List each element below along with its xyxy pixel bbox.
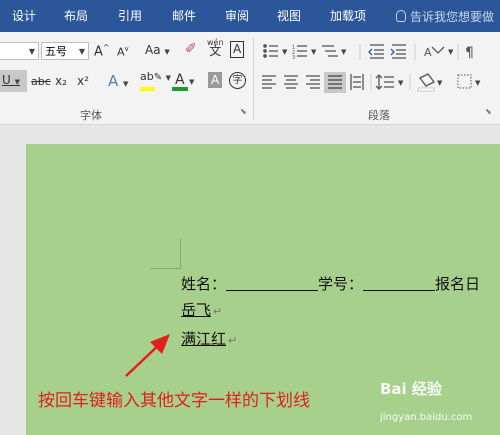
underline-blank [363,276,436,291]
doc-line-2[interactable]: 岳飞 ↵ [181,300,222,322]
subscript-button[interactable]: x₂ [55,74,67,88]
tab-design[interactable]: 设计 [12,8,36,24]
multilevel-list-icon[interactable] [322,45,338,57]
change-case-glyph: Aa [145,43,161,57]
tab-addins[interactable]: 加载项 [330,8,366,24]
shrink-font-button[interactable]: Av [117,45,129,59]
margin-corner-mark [180,239,181,269]
highlight-glyph: ab [140,70,154,83]
underlined-text: 岳飞 [181,301,212,319]
baidu-watermark: Bai 经验 jingyan.baidu.com [380,378,472,423]
svg-text:A: A [424,46,432,59]
tell-me-text: 告诉我您想要做 [410,10,495,24]
show-marks-icon[interactable]: ¶ [465,45,474,61]
signup-date-label: 报名日 [435,275,481,293]
decrease-indent-icon[interactable] [368,44,384,59]
grow-font-button[interactable]: A^ [94,43,110,59]
underlined-text: 满江红 [181,330,227,348]
watermark-brand: Bai 经验 [380,380,442,398]
borders-icon[interactable] [457,74,472,89]
phonetic-guide-button[interactable]: wén 文 [207,38,224,57]
svg-text:▼: ▼ [311,48,317,56]
font-color-button[interactable]: A ▼ [175,72,194,88]
paragraph-dialog-launcher-icon[interactable]: ⬊ [485,107,492,116]
phonetic-bottom-text: 文 [209,44,222,58]
margin-corner-mark [150,268,180,269]
bullets-icon[interactable] [263,44,278,58]
char-border-glyph: A [233,42,242,56]
numbering-icon[interactable]: 1 2 3 [292,45,307,61]
text-effects-glyph: A [108,72,119,90]
tab-references[interactable]: 引用 [118,8,142,24]
chevron-down-icon: ▼ [28,47,35,56]
justify-active-bg [324,72,346,93]
doc-line-1[interactable]: 姓名： 学号： 报名日 [181,274,480,294]
tab-mailings[interactable]: 邮件 [172,8,196,24]
tab-view[interactable]: 视图 [277,8,301,24]
svg-text:¶: ¶ [465,45,474,61]
svg-text:▼: ▼ [475,79,481,87]
watermark-url: jingyan.baidu.com [380,412,473,423]
svg-text:▼: ▼ [282,48,288,56]
highlight-color-bar [140,87,155,91]
paragraph-mark: ↵ [213,305,223,318]
annotation-text: 按回车键输入其他文字一样的下划线 [38,391,310,411]
svg-text:▼: ▼ [398,79,404,87]
svg-text:▼: ▼ [448,48,454,56]
name-label: 姓名： [181,275,227,293]
font-name-dropdown[interactable]: ▼ [0,42,39,60]
superscript-button[interactable]: x² [77,74,89,88]
font-size-dropdown[interactable]: 五号 ▼ [41,42,89,60]
font-dialog-launcher-icon[interactable]: ⬊ [240,107,247,116]
align-right-icon[interactable] [306,75,320,89]
annotation-arrow-icon [125,334,170,377]
distributed-icon[interactable] [350,74,364,90]
char-shading-button[interactable]: A [208,72,223,88]
paragraph-mark: ↵ [228,334,238,347]
paragraph-group-label: 段落 [368,109,390,122]
tell-me-box[interactable]: 告诉我您想要做 [396,8,494,25]
font-color-bar [172,87,188,91]
strikethrough-button[interactable]: abc [31,75,51,88]
tab-review[interactable]: 审阅 [225,8,249,24]
shrink-font-glyph: A [117,45,125,59]
enclose-char-button[interactable]: 字 [229,72,246,89]
grow-font-glyph: A [94,44,103,60]
align-left-icon[interactable] [262,75,276,89]
clear-format-icon[interactable]: ✐ [185,41,197,57]
underline-glyph: U [2,73,11,87]
underline-blank [226,276,319,291]
sort-icon[interactable]: A [424,46,445,59]
lightbulb-icon [396,10,406,22]
text-effects-button[interactable]: A ▼ [108,72,128,90]
shading-bucket-icon[interactable] [417,73,435,92]
increase-indent-icon[interactable] [390,44,406,59]
underline-button[interactable]: U ▼ [2,73,20,87]
svg-text:3: 3 [292,55,295,61]
font-group-label: 字体 [80,109,102,122]
svg-text:▼: ▼ [341,48,347,56]
tab-layout[interactable]: 布局 [64,8,88,24]
font-color-glyph: A [175,72,185,88]
paragraph-row2: ▼ ▼ ▼ [262,72,481,93]
chevron-down-icon: ▼ [78,47,85,56]
doc-line-3[interactable]: 满江红 ↵ [181,329,237,351]
char-border-button[interactable]: A [230,41,245,58]
line-spacing-icon[interactable] [375,74,394,90]
svg-text:▼: ▼ [437,79,443,87]
align-center-icon[interactable] [284,75,298,89]
paragraph-row1: ▼ 1 2 3 ▼ ▼ A ▼ ¶ [263,44,474,61]
student-id-label: 学号： [318,275,364,293]
group-separator [253,38,254,120]
highlight-button[interactable]: ab✎ ▼ [140,70,171,83]
ribbon-tab-bar: 设计 布局 引用 邮件 审阅 视图 加载项 告诉我您想要做 [0,0,500,32]
font-size-value: 五号 [45,45,67,58]
change-case-button[interactable]: Aa ▼ [145,43,170,57]
